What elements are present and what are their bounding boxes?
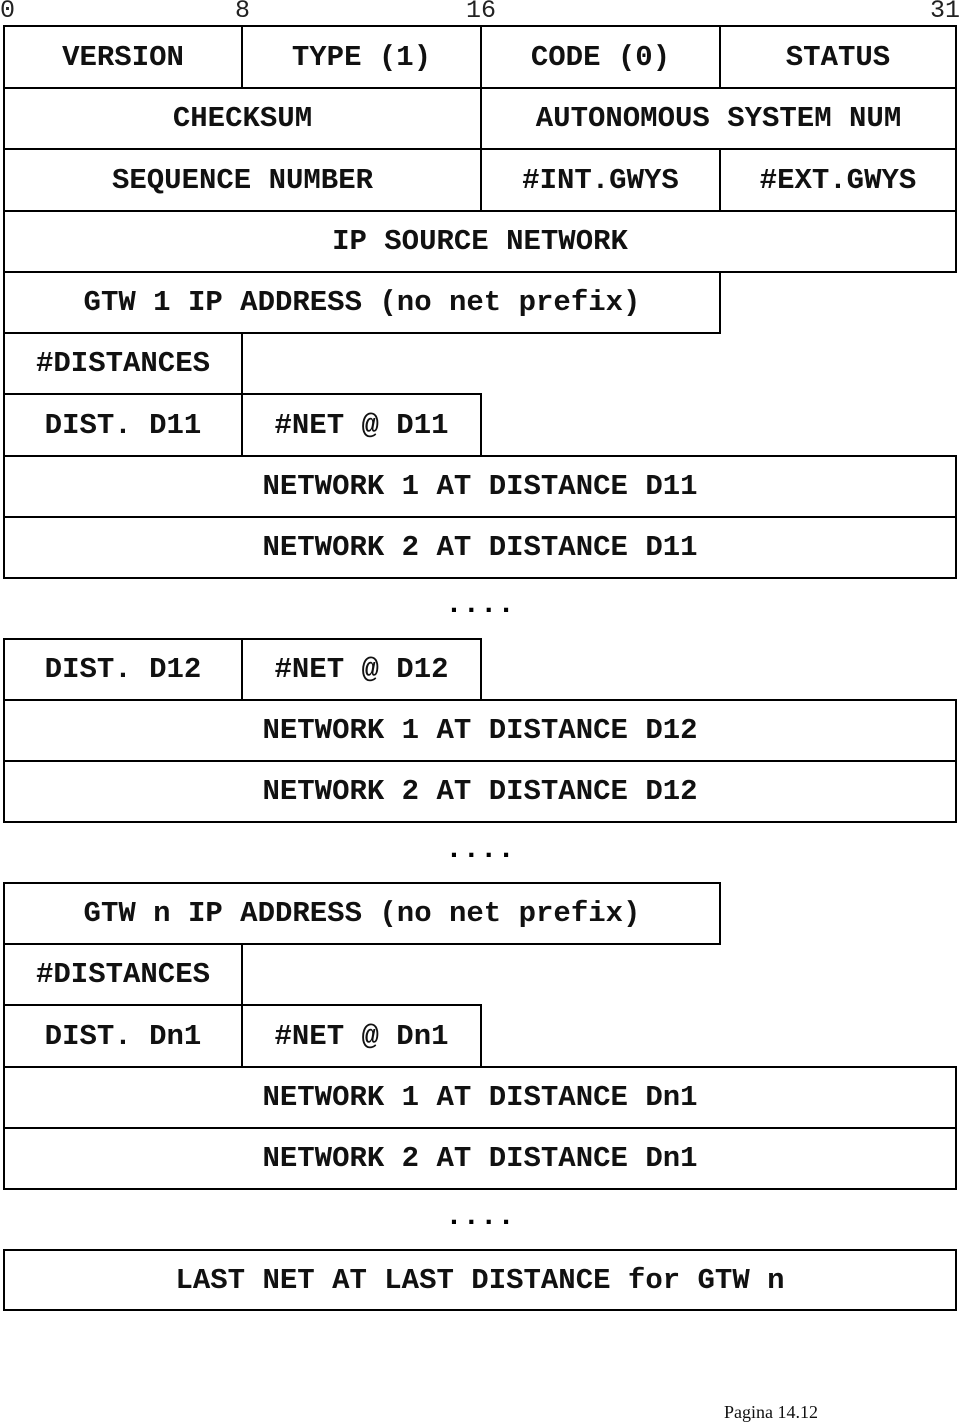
ellipsis: .... xyxy=(445,1200,515,1233)
version-field: VERSION xyxy=(3,25,243,89)
net-count-d11-field: #NET @ D11 xyxy=(241,393,482,457)
checksum-field: CHECKSUM xyxy=(3,87,482,150)
int-gwys-field: #INT.GWYS xyxy=(480,148,721,212)
net2-dn1-field: NETWORK 2 AT DISTANCE Dn1 xyxy=(3,1127,957,1190)
net1-d12-field: NETWORK 1 AT DISTANCE D12 xyxy=(3,699,957,762)
bit-16-label: 16 xyxy=(466,0,497,25)
net2-d11-field: NETWORK 2 AT DISTANCE D11 xyxy=(3,516,957,579)
net-count-d12-field: #NET @ D12 xyxy=(241,638,482,701)
ellipsis: .... xyxy=(445,833,515,866)
last-net-field: LAST NET AT LAST DISTANCE for GTW n xyxy=(3,1249,957,1311)
gtwn-distances-field: #DISTANCES xyxy=(3,943,243,1006)
code-field: CODE (0) xyxy=(480,25,721,89)
gtw1-address-field: GTW 1 IP ADDRESS (no net prefix) xyxy=(3,271,721,334)
ellipsis: .... xyxy=(445,588,515,621)
bit-8-label: 8 xyxy=(235,0,251,25)
as-num-field: AUTONOMOUS SYSTEM NUM xyxy=(480,87,957,150)
type-field: TYPE (1) xyxy=(241,25,482,89)
bit-31-label: 31 xyxy=(929,0,960,25)
dist-d12-field: DIST. D12 xyxy=(3,638,243,701)
sequence-field: SEQUENCE NUMBER xyxy=(3,148,482,212)
ip-source-field: IP SOURCE NETWORK xyxy=(3,210,957,273)
ext-gwys-field: #EXT.GWYS xyxy=(719,148,957,212)
gtwn-address-field: GTW n IP ADDRESS (no net prefix) xyxy=(3,882,721,945)
dist-dn1-field: DIST. Dn1 xyxy=(3,1004,243,1068)
bit-0-label: 0 xyxy=(0,0,16,25)
net2-d12-field: NETWORK 2 AT DISTANCE D12 xyxy=(3,760,957,823)
gtw1-distances-field: #DISTANCES xyxy=(3,332,243,395)
status-field: STATUS xyxy=(719,25,957,89)
net1-dn1-field: NETWORK 1 AT DISTANCE Dn1 xyxy=(3,1066,957,1129)
net-count-dn1-field: #NET @ Dn1 xyxy=(241,1004,482,1068)
dist-d11-field: DIST. D11 xyxy=(3,393,243,457)
page-number: Pagina 14.12 xyxy=(724,1402,818,1422)
net1-d11-field: NETWORK 1 AT DISTANCE D11 xyxy=(3,455,957,518)
